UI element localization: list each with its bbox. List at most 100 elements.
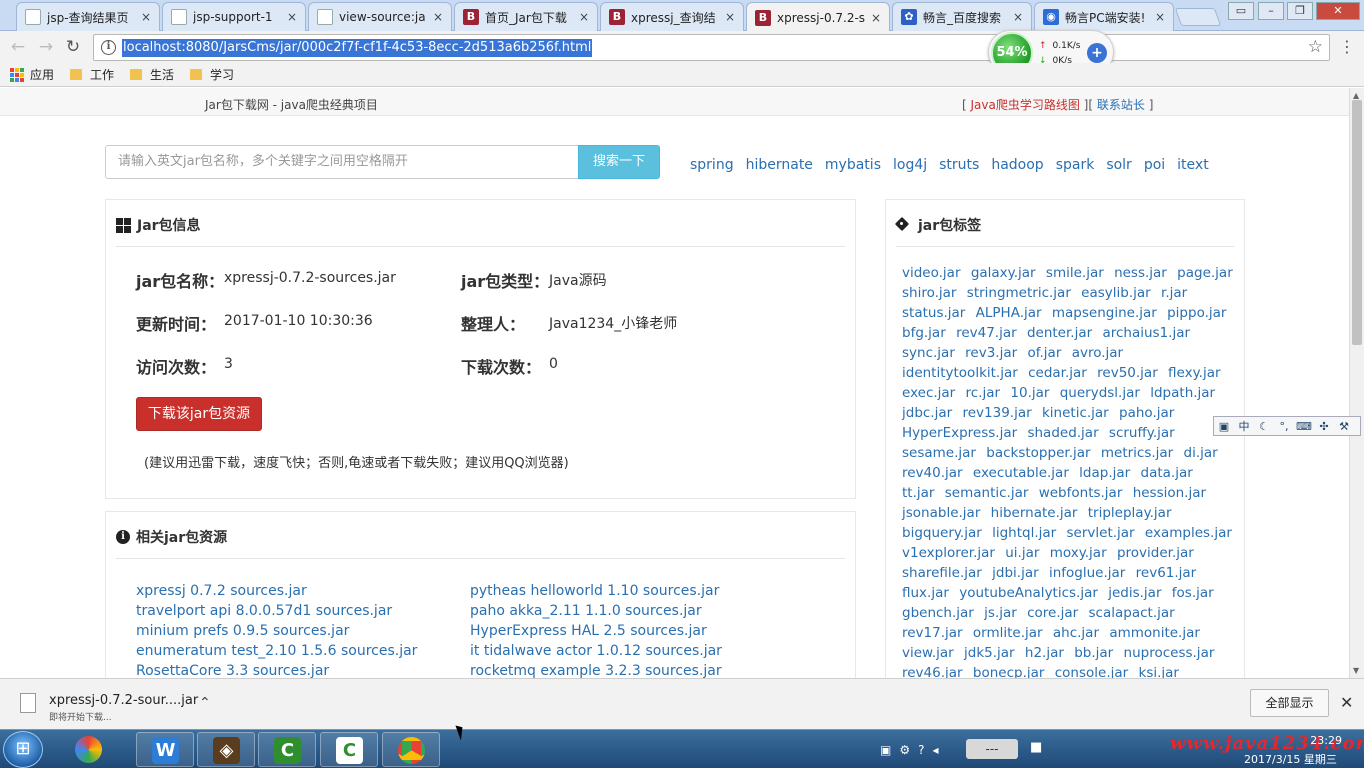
tag-link[interactable]: shiro.jar <box>902 285 956 301</box>
tag-link[interactable]: denter.jar <box>1027 325 1092 341</box>
tray-ime-icon[interactable]: ▣ <box>880 743 891 757</box>
tag-link[interactable]: bigquery.jar <box>902 525 982 541</box>
back-icon[interactable]: ← <box>8 37 28 57</box>
related-jar-link[interactable]: it tidalwave actor 1.0.12 sources.jar <box>470 641 722 661</box>
tag-link[interactable]: flexy.jar <box>1168 365 1221 381</box>
tag-link[interactable]: ness.jar <box>1114 265 1167 281</box>
tag-link[interactable]: tt.jar <box>902 485 934 501</box>
tag-link[interactable]: provider.jar <box>1117 545 1194 561</box>
moon-icon[interactable]: ☾ <box>1254 420 1274 433</box>
tray-indicator[interactable]: --- <box>966 739 1018 759</box>
tag-link[interactable]: lightql.jar <box>992 525 1056 541</box>
tag-link[interactable]: console.jar <box>1055 665 1128 678</box>
tag-link[interactable]: examples.jar <box>1145 525 1232 541</box>
tag-link[interactable]: rev3.jar <box>965 345 1017 361</box>
tag-link[interactable]: v1explorer.jar <box>902 545 995 561</box>
chevron-up-icon[interactable]: ⌃ <box>199 695 211 711</box>
tray-help-icon[interactable]: ? <box>918 743 924 757</box>
related-jar-link[interactable]: rocketmq example 3.2.3 sources.jar <box>470 661 722 678</box>
tag-link[interactable]: infoglue.jar <box>1049 565 1125 581</box>
taskbar-app-camtasia-1[interactable]: C <box>258 732 316 767</box>
tag-link[interactable]: rev17.jar <box>902 625 963 641</box>
tag-link[interactable]: shaded.jar <box>1027 425 1098 441</box>
tag-link[interactable]: jsonable.jar <box>902 505 980 521</box>
related-jar-link[interactable]: enumeratum test_2.10 1.5.6 sources.jar <box>136 641 417 661</box>
tag-link[interactable]: webfonts.jar <box>1039 485 1123 501</box>
close-icon[interactable]: × <box>577 10 591 24</box>
tray-settings-icon[interactable]: ⚙ <box>899 743 910 757</box>
tag-link[interactable]: view.jar <box>902 645 954 661</box>
tag-link[interactable]: tripleplay.jar <box>1088 505 1172 521</box>
tag-link[interactable]: sync.jar <box>902 345 955 361</box>
tag-link[interactable]: jedis.jar <box>1108 585 1161 601</box>
close-icon[interactable]: × <box>285 10 299 24</box>
tab-1[interactable]: jsp-查询结果页 × <box>16 2 160 31</box>
tag-link[interactable]: smile.jar <box>1046 265 1104 281</box>
ime-mode[interactable]: 中 <box>1234 418 1254 434</box>
tag-link[interactable]: identitytoolkit.jar <box>902 365 1018 381</box>
hot-link[interactable]: mybatis <box>825 157 881 173</box>
tag-link[interactable]: archaius1.jar <box>1102 325 1190 341</box>
tag-link[interactable]: gbench.jar <box>902 605 974 621</box>
search-button[interactable]: 搜索一下 <box>578 145 660 179</box>
star-icon[interactable]: ☆ <box>1308 37 1323 57</box>
tag-link[interactable]: ldap.jar <box>1079 465 1130 481</box>
taskbar-app-myeclipse[interactable]: ◈ <box>197 732 255 767</box>
tag-link[interactable]: sharefile.jar <box>902 565 982 581</box>
tag-link[interactable]: page.jar <box>1177 265 1233 281</box>
close-icon[interactable]: × <box>431 10 445 24</box>
related-jar-link[interactable]: pytheas helloworld 1.10 sources.jar <box>470 581 722 601</box>
ime-toolbar[interactable]: ▣ 中 ☾ °, ⌨ ✣ ⚒ <box>1213 416 1361 436</box>
tag-link[interactable]: rev139.jar <box>962 405 1031 421</box>
bookmark-life[interactable]: 生活 <box>130 66 174 83</box>
tag-link[interactable]: hession.jar <box>1133 485 1206 501</box>
tab-5[interactable]: B xpressj_查询结 × <box>600 2 744 31</box>
tag-link[interactable]: h2.jar <box>1025 645 1064 661</box>
tag-link[interactable]: ldpath.jar <box>1150 385 1215 401</box>
tag-link[interactable]: bfg.jar <box>902 325 946 341</box>
hot-link[interactable]: solr <box>1106 157 1132 173</box>
tag-link[interactable]: hibernate.jar <box>991 505 1078 521</box>
bookmark-work[interactable]: 工作 <box>70 66 114 83</box>
tag-link[interactable]: di.jar <box>1184 445 1218 461</box>
tag-link[interactable]: jdbc.jar <box>902 405 952 421</box>
ime-logo-icon[interactable]: ▣ <box>1214 420 1234 433</box>
url-text[interactable]: localhost:8080/JarsCms/jar/000c2f7f-cf1f… <box>122 39 593 57</box>
tag-link[interactable]: js.jar <box>984 605 1017 621</box>
tab-4[interactable]: B 首页_Jar包下载 × <box>454 2 598 31</box>
tag-link[interactable]: paho.jar <box>1119 405 1174 421</box>
restore-button[interactable]: ❐ <box>1287 2 1313 20</box>
settings-icon[interactable]: ✣ <box>1314 420 1334 433</box>
tab-7[interactable]: ✿ 畅言_百度搜索 × <box>892 2 1032 31</box>
bookmark-study[interactable]: 学习 <box>190 66 234 83</box>
tab-3[interactable]: view-source:ja × <box>308 2 452 31</box>
clock[interactable]: 23:29 <box>1262 733 1342 748</box>
tag-link[interactable]: HyperExpress.jar <box>902 425 1017 441</box>
taskbar-app-colorful[interactable] <box>60 732 118 767</box>
related-jar-link[interactable]: xpressj 0.7.2 sources.jar <box>136 581 417 601</box>
info-icon[interactable]: i <box>101 40 116 55</box>
tag-link[interactable]: fos.jar <box>1172 585 1214 601</box>
taskbar-app-chrome[interactable] <box>382 732 440 767</box>
search-input[interactable]: 请输入英文jar包名称，多个关键字之间用空格隔开 <box>105 145 580 179</box>
hot-link[interactable]: poi <box>1144 157 1165 173</box>
scroll-up-icon[interactable]: ▲ <box>1353 91 1359 100</box>
forward-icon[interactable]: → <box>36 37 56 57</box>
tag-link[interactable]: ui.jar <box>1005 545 1039 561</box>
tag-link[interactable]: avro.jar <box>1072 345 1123 361</box>
tag-link[interactable]: youtubeAnalytics.jar <box>959 585 1098 601</box>
hot-link[interactable]: spring <box>690 157 734 173</box>
contact-link[interactable]: 联系站长 <box>1097 98 1145 112</box>
tag-link[interactable]: ALPHA.jar <box>976 305 1042 321</box>
tag-link[interactable]: scruffy.jar <box>1109 425 1175 441</box>
close-icon[interactable]: × <box>869 11 883 25</box>
tag-link[interactable]: bonecp.jar <box>973 665 1045 678</box>
tag-link[interactable]: 10.jar <box>1010 385 1049 401</box>
start-button[interactable] <box>3 731 43 768</box>
tray-arrow-icon[interactable]: ◂ <box>932 743 938 757</box>
tag-link[interactable]: ammonite.jar <box>1109 625 1200 641</box>
tag-link[interactable]: sesame.jar <box>902 445 976 461</box>
tag-link[interactable]: stringmetric.jar <box>967 285 1071 301</box>
tag-link[interactable]: r.jar <box>1161 285 1187 301</box>
tag-link[interactable]: pippo.jar <box>1167 305 1226 321</box>
